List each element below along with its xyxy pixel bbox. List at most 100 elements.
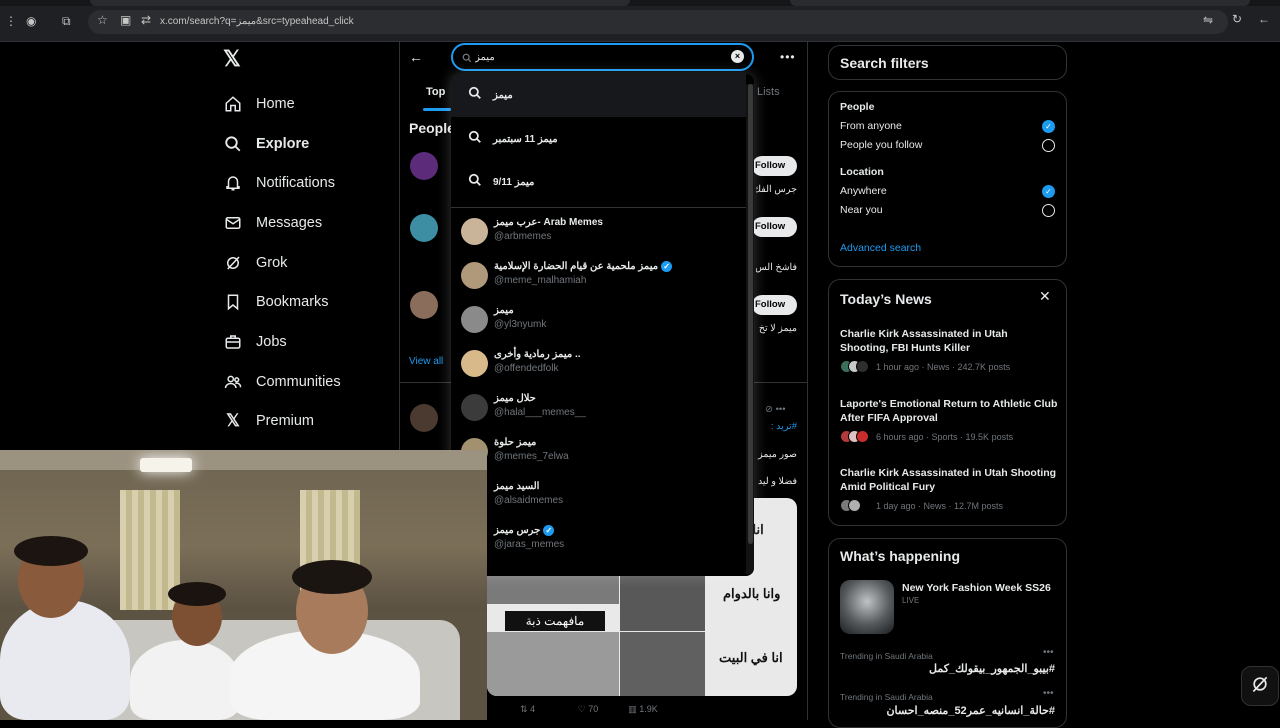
like-icon[interactable]: ♡ bbox=[578, 704, 586, 714]
browser-toolbar: ⋮ ◉ ⧉ ☆ ▣ ⇄ x.com/search?q=ميمز&src=type… bbox=[0, 0, 1280, 42]
filter-from-anyone[interactable]: From anyone bbox=[840, 120, 902, 132]
back-arrow-icon[interactable]: ← bbox=[1258, 12, 1270, 26]
advanced-search-link[interactable]: Advanced search bbox=[840, 242, 921, 254]
nav-item-premium[interactable]: 𝕏 Premium bbox=[222, 402, 402, 442]
nav-item-jobs[interactable]: Jobs bbox=[222, 322, 402, 362]
nav-label: Premium bbox=[256, 413, 315, 430]
query-suggestion[interactable]: ميمز bbox=[451, 74, 746, 117]
grok-floating-button[interactable] bbox=[1241, 666, 1279, 706]
query-suggestion[interactable]: ميمز 11 سبتمبر bbox=[451, 118, 746, 161]
user-suggestion[interactable]: ميمز ملحمية عن قيام الحضارة الإسلامية ✓ @… bbox=[451, 254, 746, 298]
user-handle: @alsaidmemes bbox=[494, 495, 564, 506]
profile-icon[interactable]: ◉ bbox=[26, 14, 36, 28]
more-options-icon[interactable]: ••• bbox=[1043, 688, 1054, 699]
nav-item-explore[interactable]: Explore bbox=[222, 124, 402, 164]
search-box[interactable]: × bbox=[451, 43, 754, 71]
user-suggestion[interactable]: السيد ميمز @alsaidmemes bbox=[451, 474, 746, 518]
menu-dots-icon[interactable]: ⋮ bbox=[5, 14, 17, 28]
user-name-row: ميمز ملحمية عن قيام الحضارة الإسلامية ✓ bbox=[494, 261, 673, 272]
filter-section-location: Location bbox=[840, 166, 884, 178]
avatar[interactable] bbox=[410, 214, 438, 242]
browser-tab[interactable] bbox=[90, 0, 630, 6]
post-text: فضلا و ليد bbox=[757, 476, 797, 487]
user-name-row: جرس ميمز ✓ bbox=[494, 525, 555, 536]
more-options-icon[interactable]: ••• bbox=[780, 50, 796, 64]
x-logo-icon[interactable]: 𝕏 bbox=[223, 46, 241, 72]
tab-top[interactable]: Top bbox=[426, 86, 445, 98]
news-headline: Laporte's Emotional Return to Athletic C… bbox=[840, 398, 1058, 424]
trend-name[interactable]: #حالة_انسانيه_عمر52_منصه_احسان bbox=[886, 704, 1055, 717]
url-text[interactable]: x.com/search?q=ميمز&src=typeahead_click bbox=[160, 16, 354, 27]
avatar[interactable] bbox=[410, 291, 438, 319]
more-options-icon[interactable]: ••• bbox=[1043, 647, 1054, 658]
user-suggestion[interactable]: حلال ميمز @halal___memes__ bbox=[451, 386, 746, 430]
site-info-icon[interactable]: ▣ bbox=[120, 13, 131, 27]
nav-item-messages[interactable]: Messages bbox=[222, 203, 402, 243]
follow-button[interactable]: Follow bbox=[752, 217, 797, 237]
radio-unchecked-icon[interactable] bbox=[1042, 204, 1055, 217]
user-handle: @yl3nyumk bbox=[494, 319, 547, 330]
user-suggestion[interactable]: ميمز رمادية وأخرى .. @offendedfolk bbox=[451, 342, 746, 386]
radio-checked-icon[interactable]: ✓ bbox=[1042, 185, 1055, 198]
radio-unchecked-icon[interactable] bbox=[1042, 139, 1055, 152]
clear-search-icon[interactable]: × bbox=[731, 50, 744, 63]
avatar bbox=[461, 394, 488, 421]
view-all-link[interactable]: View all bbox=[409, 356, 443, 367]
news-item[interactable]: Charlie Kirk Assassinated in Utah Shooti… bbox=[840, 328, 1058, 374]
query-suggestion[interactable]: ميمز 9/11 bbox=[451, 161, 746, 204]
follow-button[interactable]: Follow bbox=[752, 295, 797, 315]
follow-button[interactable]: Follow bbox=[752, 156, 797, 176]
event-thumbnail[interactable] bbox=[840, 580, 894, 634]
news-item[interactable]: Laporte's Emotional Return to Athletic C… bbox=[840, 398, 1058, 444]
user-name: ميمز حلوة bbox=[494, 437, 537, 448]
grok-icon bbox=[222, 252, 244, 274]
ceiling-light bbox=[140, 458, 192, 472]
close-icon[interactable]: ✕ bbox=[1039, 288, 1051, 305]
scrollbar-thumb[interactable] bbox=[748, 84, 753, 544]
grok-small-icon[interactable]: ⊘ ••• bbox=[765, 404, 786, 415]
views-icon[interactable]: ▥ bbox=[628, 704, 637, 714]
extensions-icon[interactable]: ⧉ bbox=[62, 14, 71, 29]
user-name: حلال ميمز bbox=[494, 393, 536, 404]
x-logo-icon: 𝕏 bbox=[226, 411, 240, 431]
reload-icon[interactable]: ↻ bbox=[1232, 12, 1242, 26]
reader-icon[interactable]: ⇋ bbox=[1203, 13, 1213, 27]
user-handle: @halal___memes__ bbox=[494, 407, 586, 418]
event-title[interactable]: New York Fashion Week SS26 bbox=[902, 582, 1051, 594]
nav-item-bookmarks[interactable]: Bookmarks bbox=[222, 282, 402, 322]
trend-context: Trending in Saudi Arabia bbox=[840, 692, 933, 702]
back-arrow-icon[interactable]: ← bbox=[409, 49, 423, 65]
tune-icon[interactable]: ⇄ bbox=[141, 13, 151, 27]
nav-item-grok[interactable]: Grok bbox=[222, 243, 402, 283]
star-icon[interactable]: ☆ bbox=[97, 13, 108, 27]
whats-happening-panel: What’s happening New York Fashion Week S… bbox=[828, 538, 1067, 728]
meme-text: انا في البيت bbox=[719, 650, 783, 665]
user-suggestion[interactable]: ميمز حلوة @memes_7elwa bbox=[451, 430, 746, 474]
user-suggestion[interactable]: ميمز @yl3nyumk bbox=[451, 298, 746, 342]
nav-item-communities[interactable]: Communities bbox=[222, 362, 402, 402]
filter-anywhere[interactable]: Anywhere bbox=[840, 185, 887, 197]
nav-label: Notifications bbox=[256, 175, 335, 192]
event-status: LIVE bbox=[902, 596, 920, 605]
search-input[interactable] bbox=[475, 49, 725, 65]
filter-people-you-follow[interactable]: People you follow bbox=[840, 139, 922, 151]
nav-item-home[interactable]: Home bbox=[222, 84, 402, 124]
scrollbar[interactable] bbox=[746, 84, 754, 574]
filter-near-you[interactable]: Near you bbox=[840, 204, 883, 216]
retweet-icon[interactable]: ⇅ bbox=[520, 704, 528, 714]
avatar[interactable] bbox=[410, 404, 438, 432]
news-headline: Charlie Kirk Assassinated in Utah Shooti… bbox=[840, 328, 1008, 354]
browser-tab[interactable] bbox=[790, 0, 1250, 6]
radio-checked-icon[interactable]: ✓ bbox=[1042, 120, 1055, 133]
nav-item-notifications[interactable]: Notifications bbox=[222, 163, 402, 203]
post-hashtag[interactable]: #تريد : bbox=[756, 421, 797, 432]
avatar[interactable] bbox=[410, 152, 438, 180]
trend-name[interactable]: #بيبو_الجمهور_بيقولك_كمل bbox=[929, 662, 1055, 675]
main-navigation: Home Explore Notifications Messages Grok… bbox=[222, 84, 402, 441]
user-suggestion[interactable]: عرب ميمز- Arab Memes @arbmemes bbox=[451, 210, 746, 254]
like-count: 70 bbox=[588, 704, 599, 714]
user-suggestion[interactable]: جرس ميمز ✓ @jaras_memes bbox=[451, 518, 746, 562]
tab-lists[interactable]: Lists bbox=[757, 86, 780, 98]
todays-news-panel: Today’s News ✕ Charlie Kirk Assassinated… bbox=[828, 279, 1067, 526]
news-item[interactable]: Charlie Kirk Assassinated in Utah Shooti… bbox=[840, 467, 1058, 513]
